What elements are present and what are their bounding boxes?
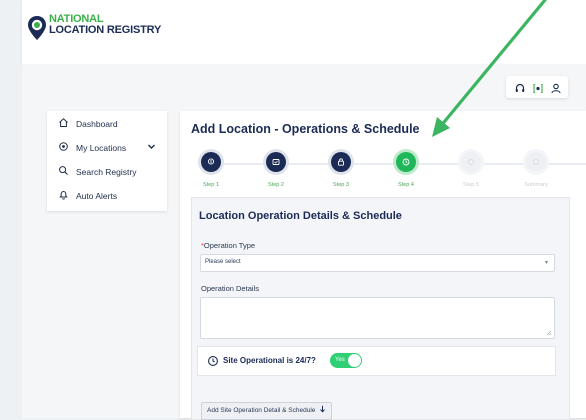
- step-summary[interactable]: Summary: [521, 149, 551, 188]
- operation-details-card: Location Operation Details & Schedule *O…: [191, 197, 570, 420]
- operation-details-textarea[interactable]: [200, 297, 555, 339]
- brand-line-2: LOCATION REGISTRY: [49, 24, 162, 36]
- sidebar-item-search-registry[interactable]: Search Registry: [47, 163, 167, 183]
- bell-icon: [58, 189, 69, 202]
- clock-icon: [207, 354, 219, 372]
- step-done-icon: [266, 152, 286, 172]
- step-3[interactable]: Step 3: [326, 149, 356, 188]
- site-operational-row: Site Operational is 24/7? Yes: [197, 346, 556, 376]
- sidebar-item-label: Dashboard: [76, 119, 118, 129]
- sidebar: Dashboard My Locations Search Registry A…: [47, 111, 167, 211]
- step-done-icon: [331, 152, 351, 172]
- clock-icon: [396, 152, 416, 172]
- operation-type-value: Please select: [205, 259, 241, 265]
- sidebar-item-my-locations[interactable]: My Locations: [47, 139, 167, 159]
- step-label: Step 1: [203, 182, 219, 188]
- arrow-down-icon: [320, 405, 326, 413]
- sidebar-item-dashboard[interactable]: Dashboard: [47, 115, 167, 135]
- search-icon: [58, 165, 69, 178]
- header-actions: [506, 76, 568, 98]
- page-title: Add Location - Operations & Schedule: [191, 122, 420, 136]
- step-label: Step 2: [268, 182, 284, 188]
- step-label: Step 4: [398, 182, 414, 188]
- step-2[interactable]: Step 2: [261, 149, 291, 188]
- user-icon[interactable]: [551, 81, 561, 99]
- brand-logo[interactable]: NATIONAL LOCATION REGISTRY: [49, 14, 161, 36]
- operation-type-label-text: Operation Type: [203, 241, 256, 250]
- step-4[interactable]: Step 4: [391, 149, 421, 188]
- step-pending-icon: [461, 152, 481, 172]
- logo-pin-icon[interactable]: [27, 15, 47, 46]
- resize-handle-icon[interactable]: [546, 330, 552, 336]
- step-1[interactable]: Step 1: [196, 149, 226, 188]
- add-schedule-button[interactable]: Add Site Operation Detail & Schedule: [201, 402, 333, 420]
- sidebar-item-label: My Locations: [76, 143, 127, 153]
- site-operational-toggle[interactable]: Yes: [330, 353, 362, 368]
- step-label: Step 3: [333, 182, 349, 188]
- location-icon: [58, 141, 69, 154]
- toggle-text: Yes: [335, 356, 345, 363]
- toggle-knob: [348, 354, 361, 367]
- step-label: Summary: [524, 182, 548, 188]
- step-5[interactable]: Step 5: [456, 149, 486, 188]
- operation-type-label: *Operation Type: [201, 241, 255, 250]
- share-icon[interactable]: [533, 81, 543, 99]
- chevron-down-icon: ▾: [544, 260, 548, 266]
- stepper: Step 1 Step 2 Step 3 Step 4 Step 5 Summa…: [180, 149, 586, 199]
- site-operational-label: Site Operational is 24/7?: [223, 356, 316, 365]
- section-title: Location Operation Details & Schedule: [199, 210, 402, 222]
- operation-type-select[interactable]: Please select ▾: [200, 254, 555, 272]
- headset-icon[interactable]: [515, 81, 525, 99]
- sidebar-item-label: Search Registry: [76, 167, 137, 177]
- step-label: Step 5: [463, 182, 479, 188]
- step-pending-icon: [526, 152, 546, 172]
- home-icon: [58, 117, 69, 130]
- step-done-icon: [201, 152, 221, 172]
- operation-details-label: Operation Details: [201, 284, 259, 293]
- chevron-down-icon[interactable]: [147, 142, 156, 153]
- sidebar-item-label: Auto Alerts: [76, 191, 118, 201]
- sidebar-item-auto-alerts[interactable]: Auto Alerts: [47, 187, 167, 207]
- add-schedule-button-label: Add Site Operation Detail & Schedule: [207, 407, 316, 414]
